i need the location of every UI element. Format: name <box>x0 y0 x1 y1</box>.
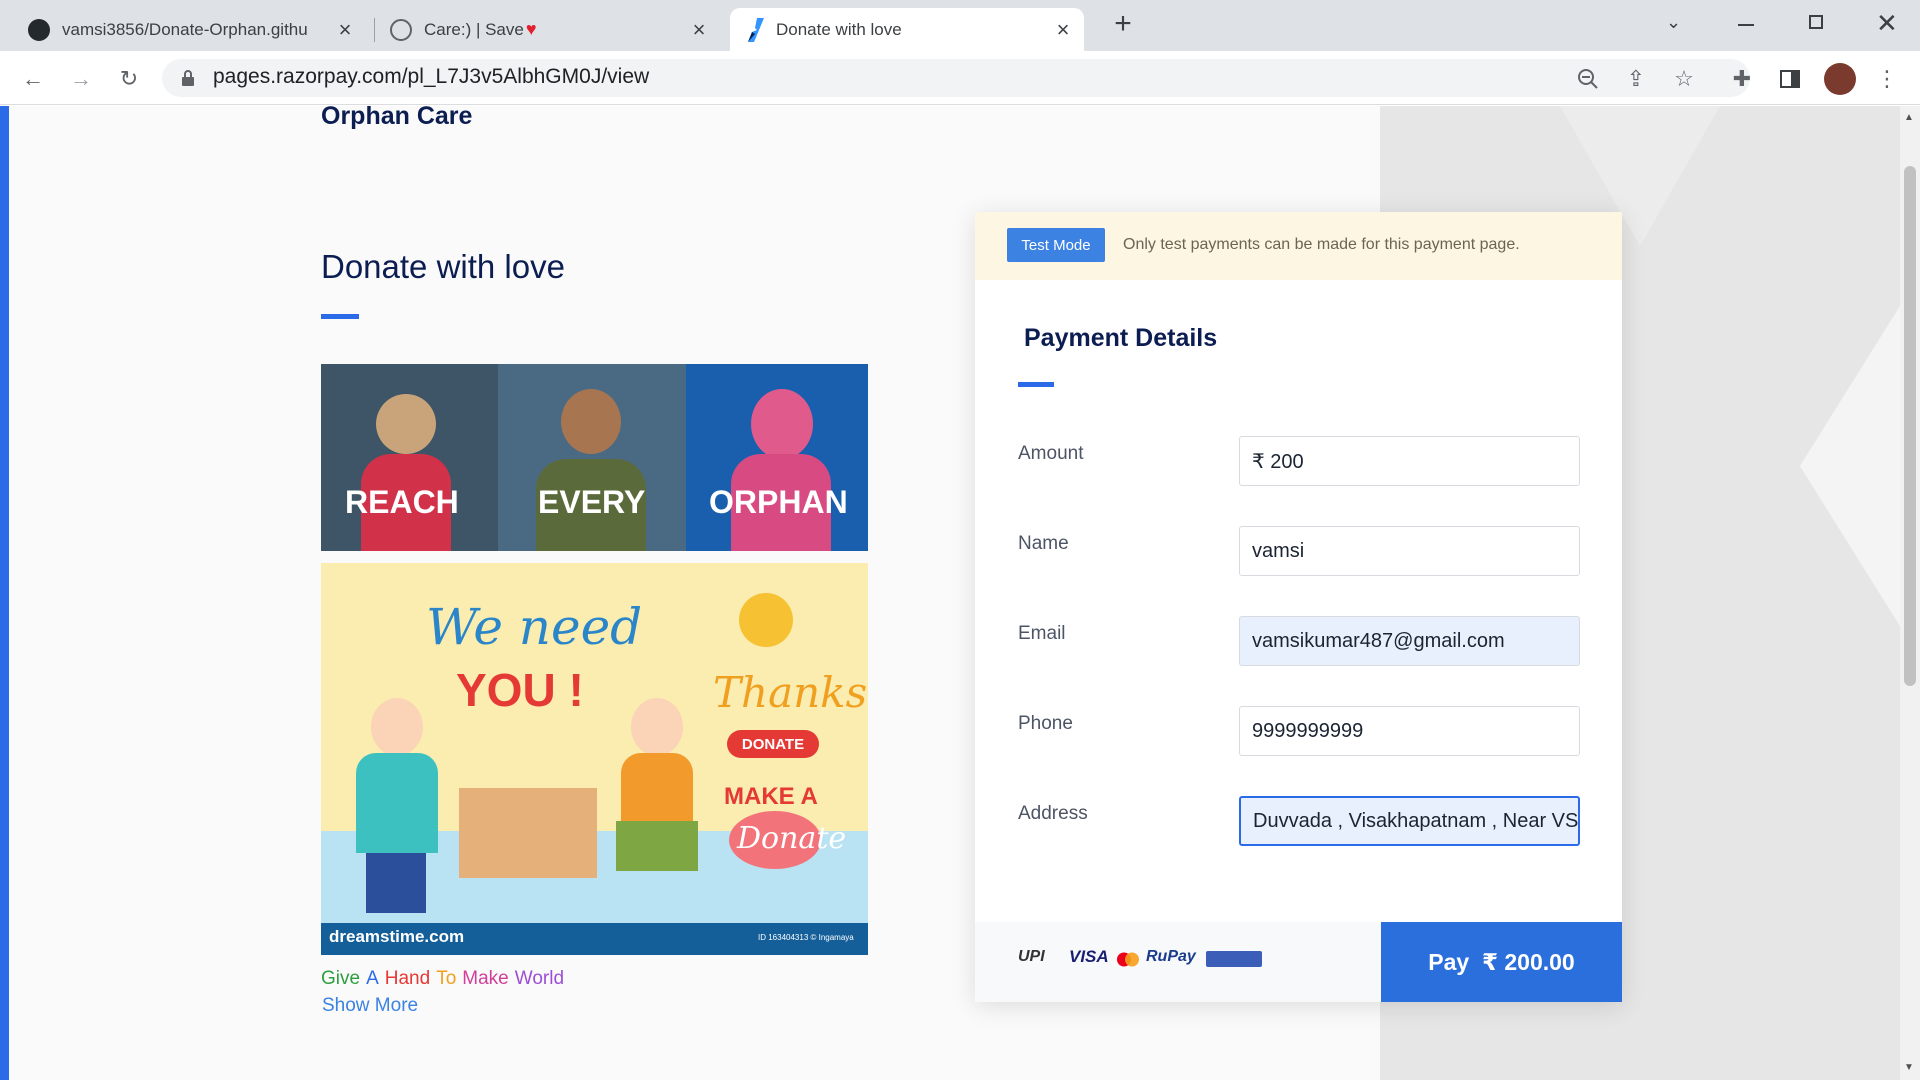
tagline-word: A <box>366 968 379 989</box>
url-text[interactable]: pages.razorpay.com/pl_L7J3v5AlbhGM0J/vie… <box>213 65 649 89</box>
poster-we-need: We need <box>426 598 643 656</box>
tab-donate-with-love[interactable]: Donate with love × <box>730 8 1084 51</box>
poster-you: YOU ! <box>456 664 584 716</box>
amount-field[interactable]: ₹ 200 <box>1239 436 1580 486</box>
banner-word: ORPHAN <box>709 484 848 520</box>
pci-dss-badge <box>1206 951 1262 967</box>
poster-thanks: Thanks! <box>713 668 868 717</box>
globe-icon <box>390 18 412 41</box>
reload-icon[interactable]: ↻ <box>114 64 144 94</box>
tab-separator <box>374 18 375 42</box>
share-icon[interactable]: ⇪ <box>1621 64 1651 94</box>
orphan-banner-image: REACH EVERY ORPHAN <box>321 364 868 551</box>
scroll-up-arrow[interactable]: ▲ <box>1904 112 1914 123</box>
name-field[interactable]: vamsi <box>1239 526 1580 576</box>
payment-title-underline <box>1018 382 1054 387</box>
forward-icon[interactable]: → <box>66 64 96 94</box>
payment-card: Test Mode Only test payments can be made… <box>975 212 1622 1002</box>
tab-title: vamsi3856/Donate-Orphan.githu <box>62 19 308 39</box>
tagline-word: Give <box>321 968 361 989</box>
payment-title: Payment Details <box>1024 324 1218 352</box>
poster-donate-script: Donate <box>737 821 847 856</box>
upi-logo: UPI <box>1018 948 1045 965</box>
tab-title: Care:) | Save <box>424 19 524 39</box>
razorpay-icon <box>748 17 764 42</box>
address-label: Address <box>1018 803 1088 824</box>
rupay-logo: RuPay <box>1146 948 1196 965</box>
tagline-word: Make <box>462 968 509 989</box>
github-icon <box>28 18 50 41</box>
restore-button[interactable] <box>1809 15 1823 29</box>
poster-footer-id: ID 163404313 © Ingamaya <box>758 933 854 942</box>
test-mode-note: Only test payments can be made for this … <box>1123 236 1520 253</box>
close-icon[interactable]: × <box>334 17 356 43</box>
name-label: Name <box>1018 533 1069 554</box>
title-underline <box>321 314 359 319</box>
sun-icon <box>739 593 793 647</box>
lock-icon[interactable] <box>182 70 194 86</box>
side-panel-icon[interactable] <box>1775 64 1805 94</box>
zoom-icon[interactable] <box>1573 64 1603 94</box>
tagline-word: To <box>436 968 457 989</box>
tab-title: Donate with love <box>776 19 902 39</box>
tagline-word: World <box>514 968 565 989</box>
bookmark-star-icon[interactable]: ☆ <box>1669 64 1699 94</box>
phone-field[interactable]: 9999999999 <box>1239 706 1580 756</box>
extensions-icon[interactable]: ✚ <box>1727 64 1757 94</box>
menu-icon[interactable]: ⋮ <box>1872 64 1902 94</box>
show-more-link[interactable]: Show More <box>322 995 418 1017</box>
address-field[interactable]: Duvvada , Visakhapatnam , Near VS <box>1239 796 1580 846</box>
mastercard-icon <box>1116 952 1140 967</box>
poster-make-a: MAKE A <box>724 783 818 810</box>
test-mode-badge: Test Mode <box>1007 228 1105 262</box>
close-icon[interactable]: × <box>688 17 710 43</box>
scrollbar-thumb[interactable] <box>1904 166 1916 686</box>
we-need-you-poster: We need YOU ! Thanks! DONATE MAKE A Dona… <box>321 563 868 955</box>
tab-search-icon[interactable]: ⌄ <box>1666 12 1681 33</box>
close-window-button[interactable]: ✕ <box>1876 8 1898 39</box>
left-accent-bar <box>0 106 9 1080</box>
tab-care[interactable]: Care:) | Save ♥ × <box>380 8 720 51</box>
amount-label: Amount <box>1018 443 1084 464</box>
heart-icon: ♥ <box>525 19 537 39</box>
minimize-button[interactable] <box>1738 24 1754 26</box>
banner-word: REACH <box>345 484 459 520</box>
phone-label: Phone <box>1018 713 1073 734</box>
poster-donate-pill: DONATE <box>727 730 819 758</box>
email-label: Email <box>1018 623 1066 644</box>
scroll-down-arrow[interactable]: ▼ <box>1904 1062 1914 1073</box>
tagline-word: Hand <box>384 968 431 989</box>
back-icon[interactable]: ← <box>18 64 48 94</box>
tab-github[interactable]: vamsi3856/Donate-Orphan.githu × <box>14 8 366 51</box>
close-icon[interactable]: × <box>1052 17 1074 43</box>
page-viewport: Orphan Care Donate with love REACH EVERY… <box>0 106 1920 1080</box>
page-title: Donate with love <box>321 248 565 285</box>
email-field[interactable]: vamsikumar487@gmail.com <box>1239 616 1580 666</box>
tagline: Give A Hand To Make World <box>321 968 564 990</box>
new-tab-button[interactable]: + <box>1108 9 1138 40</box>
poster-footer-brand: dreamstime.com <box>329 927 465 946</box>
test-mode-banner: Test Mode Only test payments can be made… <box>975 212 1622 280</box>
avatar[interactable] <box>1824 63 1856 95</box>
visa-logo: VISA <box>1069 947 1109 966</box>
pay-button[interactable]: Pay ₹ 200.00 <box>1381 922 1622 1002</box>
banner-word: EVERY <box>538 484 646 520</box>
brand-name: Orphan Care <box>321 106 473 130</box>
